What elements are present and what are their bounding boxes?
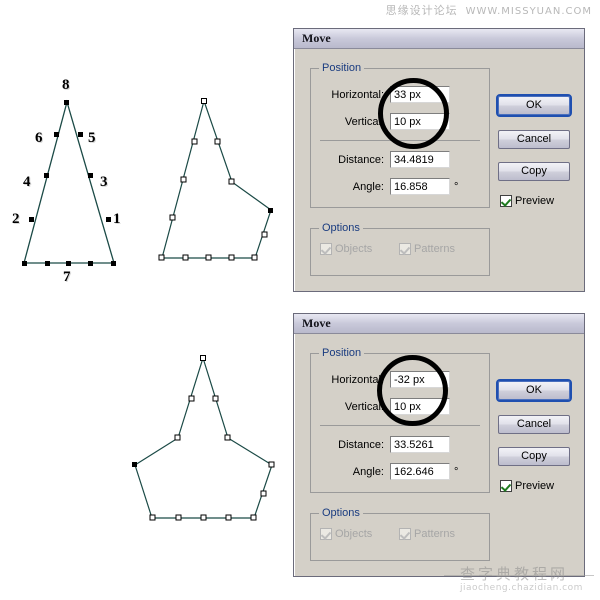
dialog-1-angle-row: Angle: ° xyxy=(316,178,496,195)
dialog-1-vertical-label: Vertical: xyxy=(344,115,384,128)
dialog-1-distance-input[interactable] xyxy=(390,151,450,168)
dialog-2-distance-input[interactable] xyxy=(390,436,450,453)
checkmark-icon xyxy=(320,243,332,255)
anchor-label-4: 4 xyxy=(23,174,31,190)
dialog-1-patterns-checkbox[interactable]: Patterns xyxy=(399,243,455,255)
dialog-1-patterns-label: Patterns xyxy=(414,243,455,255)
dialog-1-horizontal-label: Horizontal: xyxy=(331,88,384,101)
dialog-1-cancel-button[interactable]: Cancel xyxy=(498,130,570,149)
dialog-2-objects-checkbox[interactable]: Objects xyxy=(320,528,372,540)
dialog-1-divider xyxy=(320,140,480,141)
dialog-2-position-group-title: Position xyxy=(319,347,365,359)
dialog-1-objects-label: Objects xyxy=(335,243,373,255)
dialog-2-objects-label: Objects xyxy=(335,528,373,540)
dialog-2-title: Move xyxy=(302,316,331,330)
watermark-bottom-url: jiaocheng.chazidian.com xyxy=(460,583,583,593)
checkmark-icon xyxy=(500,480,512,492)
dialog-2-vertical-row: Vertical: xyxy=(316,398,486,415)
dialog-2-patterns-label: Patterns xyxy=(414,528,455,540)
dialog-1-distance-row: Distance: xyxy=(316,151,486,168)
watermark-bottom-chinese: 查字典教程网 xyxy=(460,565,569,583)
dialog-1-position-group-title: Position xyxy=(319,62,365,74)
dialog-1-vertical-input[interactable] xyxy=(390,113,450,130)
dialog-2-vertical-label: Vertical: xyxy=(344,400,384,413)
dialog-2-patterns-checkbox[interactable]: Patterns xyxy=(399,528,455,540)
dialog-1-titlebar[interactable]: Move xyxy=(294,29,584,49)
dialog-2-cancel-button[interactable]: Cancel xyxy=(498,415,570,434)
dialog-2-angle-input[interactable] xyxy=(390,463,450,480)
dialog-2-horizontal-input[interactable] xyxy=(390,371,450,388)
dialog-2-vertical-input[interactable] xyxy=(390,398,450,415)
dialog-2-titlebar[interactable]: Move xyxy=(294,314,584,334)
dialog-1-objects-checkbox[interactable]: Objects xyxy=(320,243,372,255)
anchor-label-3: 3 xyxy=(100,174,108,190)
checkmark-icon xyxy=(320,528,332,540)
dialog-1-angle-input[interactable] xyxy=(390,178,450,195)
dialog-1-ok-button[interactable]: OK xyxy=(496,94,572,117)
shape-pentagon-star xyxy=(132,355,275,521)
anchor-label-1: 1 xyxy=(113,211,121,227)
anchor-label-6: 6 xyxy=(35,130,43,146)
dialog-1-angle-label: Angle: xyxy=(352,180,384,193)
dialog-2-angle-row: Angle: ° xyxy=(316,463,496,480)
dialog-2-distance-row: Distance: xyxy=(316,436,486,453)
dialog-1-copy-button[interactable]: Copy xyxy=(498,162,570,181)
move-dialog-2[interactable]: Move Position Horizontal: Vertical: Dist… xyxy=(293,313,585,577)
checkmark-icon xyxy=(399,528,411,540)
dialog-1-title: Move xyxy=(302,31,331,45)
dialog-1-preview-label: Preview xyxy=(515,195,555,207)
dialog-1-horizontal-row: Horizontal: xyxy=(316,86,486,103)
anchor-label-5: 5 xyxy=(88,130,96,146)
dialog-2-preview-label: Preview xyxy=(515,480,555,492)
dialog-2-angle-label: Angle: xyxy=(352,465,384,478)
dialog-1-vertical-row: Vertical: xyxy=(316,113,486,130)
dialog-2-ok-button[interactable]: OK xyxy=(496,379,572,402)
dialog-2-options-group-title: Options xyxy=(319,507,363,519)
anchor-label-8: 8 xyxy=(62,77,70,93)
watermark-bottom: 查字典教程网 jiaocheng.chazidian.com xyxy=(444,563,598,597)
shape-distorted-polygon xyxy=(158,98,273,261)
dialog-2-distance-label: Distance: xyxy=(338,438,384,451)
dialog-2-horizontal-row: Horizontal: xyxy=(316,371,486,388)
dialog-2-divider xyxy=(320,425,480,426)
anchor-label-7: 7 xyxy=(63,269,71,285)
checkmark-icon xyxy=(399,243,411,255)
dialog-1-horizontal-input[interactable] xyxy=(390,86,450,103)
dialog-2-copy-button[interactable]: Copy xyxy=(498,447,570,466)
dialog-2-angle-unit: ° xyxy=(454,465,459,478)
anchor-label-2: 2 xyxy=(12,211,20,227)
dialog-1-distance-label: Distance: xyxy=(338,153,384,166)
dialog-1-angle-unit: ° xyxy=(454,180,459,193)
checkmark-icon xyxy=(500,195,512,207)
move-dialog-1[interactable]: Move Position Horizontal: Vertical: Dist… xyxy=(293,28,585,292)
dialog-1-options-group-title: Options xyxy=(319,222,363,234)
dialog-2-horizontal-label: Horizontal: xyxy=(331,373,384,386)
dialog-1-preview-checkbox[interactable]: Preview xyxy=(500,195,554,207)
dialog-2-preview-checkbox[interactable]: Preview xyxy=(500,480,554,492)
